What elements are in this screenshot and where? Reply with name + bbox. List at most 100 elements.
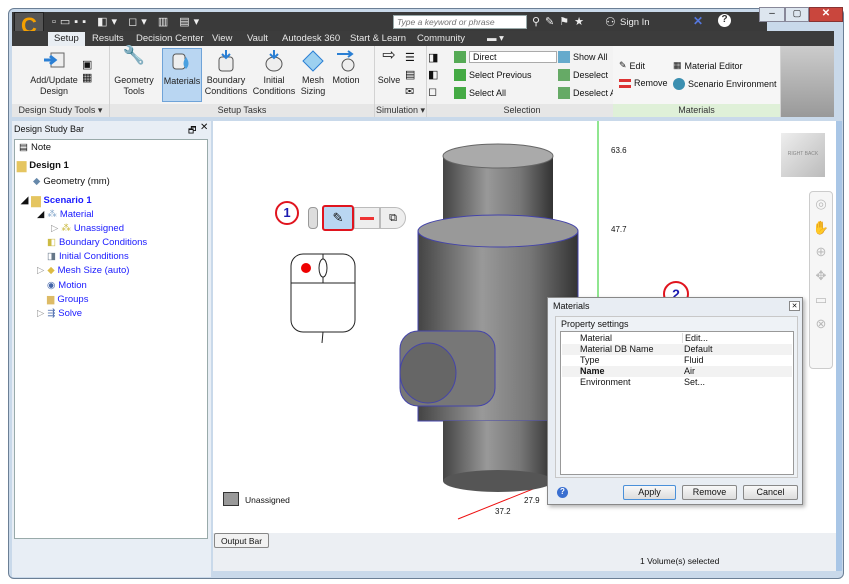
minimize-button[interactable]: –: [759, 7, 785, 22]
materials-button[interactable]: Materials: [162, 48, 202, 102]
panel-title: Design Study Bar: [14, 124, 85, 134]
tree-item-mesh-size[interactable]: ▷ ◆ Mesh Size (auto): [37, 265, 129, 276]
add-update-design-button[interactable]: Add/Update Design: [20, 48, 88, 102]
tree-item-solve[interactable]: ▷ ⇶ Solve: [37, 308, 82, 319]
toolbar-grip[interactable]: [308, 207, 318, 229]
tree-item-scenario[interactable]: ◢ ▆ Scenario 1: [21, 193, 92, 207]
tab-decision-center[interactable]: Decision Center: [136, 33, 204, 44]
select-previous-button[interactable]: Select Previous: [454, 69, 532, 81]
scrollbar[interactable]: [836, 121, 842, 571]
note-icon: ▤: [19, 142, 28, 153]
output-bar-area: [213, 533, 836, 551]
panel-toggle-icon[interactable]: ▬ ▾: [487, 33, 504, 44]
folder-icon: ▆: [17, 158, 27, 172]
add-design-icon: [44, 52, 65, 68]
property-row[interactable]: Material DB Name Default: [562, 344, 792, 355]
mesh-sizing-button[interactable]: Mesh Sizing: [298, 48, 328, 102]
solve-icon: ⇶: [47, 308, 56, 319]
material-icon: ⁂: [61, 223, 71, 234]
callout-1: 1: [275, 201, 299, 225]
dialog-remove-button[interactable]: Remove: [682, 485, 737, 500]
tree-item-boundary-conditions[interactable]: ◧ Boundary Conditions: [47, 237, 147, 248]
viewcube[interactable]: RIGHT BACK: [781, 133, 825, 177]
boundary-conditions-button[interactable]: Boundary Conditions: [203, 48, 249, 102]
tab-autodesk-360[interactable]: Autodesk 360: [282, 33, 340, 44]
tree-item-note[interactable]: ▤ Note: [19, 142, 51, 153]
cancel-button[interactable]: Cancel: [743, 485, 798, 500]
property-row[interactable]: Name Air: [562, 366, 792, 377]
globe-icon: [673, 78, 685, 90]
navigation-bar[interactable]: ◎ ✋ ⊕ ✥ ▭ ⊗: [809, 191, 833, 369]
show-all-button[interactable]: Show All: [558, 51, 608, 63]
solve-button[interactable]: ⇨ Solve: [375, 48, 403, 102]
expand-arrow-icon: ▷: [37, 308, 45, 319]
search-input[interactable]: [393, 15, 527, 29]
scenario-icon: ▆: [31, 193, 41, 207]
property-row[interactable]: Type Fluid: [562, 355, 792, 366]
help-icon[interactable]: ?: [557, 487, 568, 498]
tree-item-geometry[interactable]: ◆ Geometry (mm): [33, 176, 110, 187]
tab-start-learn[interactable]: Start & Learn: [350, 33, 406, 44]
remove-button[interactable]: Remove: [619, 78, 668, 88]
tree-item-design[interactable]: ▆ Design 1: [17, 158, 69, 172]
float-icon[interactable]: 🗗: [188, 123, 196, 139]
select-all-button[interactable]: Select All: [454, 87, 506, 99]
sign-in-link[interactable]: Sign In: [620, 17, 650, 28]
property-row[interactable]: Environment Set...: [562, 377, 792, 388]
tab-vault[interactable]: Vault: [247, 33, 268, 44]
expand-arrow-icon: ▷: [37, 265, 45, 276]
material-editor-button[interactable]: ▦ Material Editor: [673, 60, 743, 71]
tree-item-initial-conditions[interactable]: ◨ Initial Conditions: [47, 251, 129, 262]
tree-item-unassigned[interactable]: ▷ ⁂ Unassigned: [51, 223, 124, 234]
group-label[interactable]: Design Study Tools ▾: [12, 104, 109, 117]
look-icon: ▭: [814, 292, 828, 307]
initial-icon: [265, 50, 283, 72]
ribbon-end: [781, 46, 834, 117]
materials-icon: [172, 53, 189, 70]
edit-material-button[interactable]: ✎: [322, 205, 354, 231]
group-label: Materials: [613, 104, 780, 117]
maximize-button[interactable]: ▢: [785, 7, 809, 22]
pan-icon: ✋: [812, 220, 830, 235]
tree-item-material[interactable]: ◢ ⁂ Material: [37, 209, 94, 220]
exchange-icon[interactable]: ✕: [693, 14, 703, 28]
help-icon[interactable]: ?: [718, 14, 731, 27]
group-label[interactable]: Simulation ▾: [375, 104, 426, 117]
tab-results[interactable]: Results: [92, 33, 124, 44]
tab-setup[interactable]: Setup: [48, 32, 85, 46]
tab-community[interactable]: Community: [417, 33, 465, 44]
initial-conditions-button[interactable]: Initial Conditions: [251, 48, 297, 102]
qat-icons[interactable]: ▫▭▪▪ ◧▾ ◻▾ ▥ ▤▾: [52, 15, 203, 28]
selection-mode-icons[interactable]: ◨ ◧ ◻: [428, 50, 442, 100]
property-settings-group: Property settings Material Edit... Materi…: [555, 316, 798, 478]
apply-button[interactable]: Apply: [623, 485, 676, 500]
close-icon[interactable]: ✕: [200, 122, 208, 133]
deselect-button[interactable]: Deselect: [558, 69, 608, 81]
wrench-icon: 🔧: [122, 45, 146, 65]
infocenter-icons[interactable]: ⚲✎⚑★: [532, 15, 589, 28]
deselect-all-button[interactable]: Deselect All: [558, 87, 620, 99]
legend-label: Unassigned: [245, 495, 290, 505]
group-materials: ✎ Edit Remove ▦ Material Editor Scenario E…: [613, 46, 781, 117]
design-small-icons[interactable]: ▣ ▦: [82, 58, 92, 84]
select-previous-icon: [454, 69, 466, 81]
dialog-close-button[interactable]: ✕: [789, 301, 800, 311]
groups-icon: ▆: [47, 294, 55, 305]
output-bar-button[interactable]: Output Bar: [214, 533, 269, 548]
material-editor-icon[interactable]: ⧉: [380, 207, 406, 229]
legend-swatch: [223, 492, 239, 506]
motion-button[interactable]: Motion: [329, 48, 363, 102]
selection-mode-select[interactable]: Direct▾: [454, 51, 565, 63]
geometry-tools-button[interactable]: 🔧 Geometry Tools: [112, 45, 156, 102]
tab-view[interactable]: View: [212, 33, 232, 44]
close-button[interactable]: ✕: [809, 7, 843, 22]
property-row[interactable]: Material Edit...: [562, 333, 792, 344]
tree-item-motion[interactable]: ◉ Motion: [47, 280, 87, 291]
tree-item-groups[interactable]: ▆ Groups: [47, 294, 88, 305]
boundary-icon: [218, 50, 234, 72]
remove-material-button[interactable]: [354, 207, 380, 229]
edit-button[interactable]: ✎ Edit: [619, 60, 645, 71]
simulation-small-icons[interactable]: ☰ ▤ ✉: [405, 50, 415, 101]
scenario-environment-button[interactable]: Scenario Environment: [673, 78, 777, 90]
material-editor-icon: ▦: [673, 60, 682, 70]
